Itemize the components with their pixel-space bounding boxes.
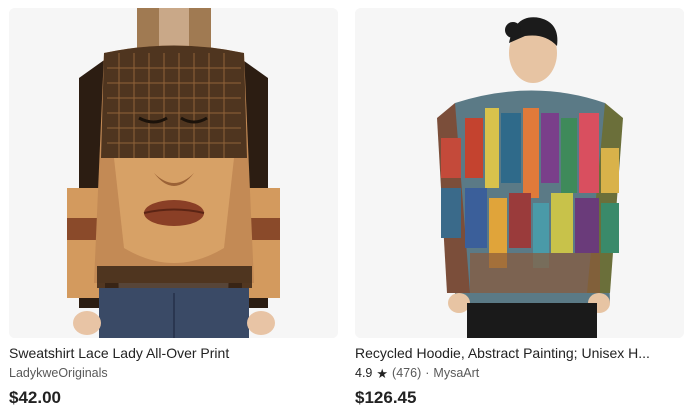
listing-price: $126.45 [355, 388, 417, 407]
listing-image[interactable] [9, 8, 338, 338]
review-count: (476) [392, 366, 422, 380]
listing-meta: LadykweOriginals [9, 365, 338, 381]
listing-image[interactable] [355, 8, 684, 338]
listing-price: $42.00 [9, 388, 61, 407]
sweatshirt-photo [9, 8, 338, 338]
listing-grid: Sweatshirt Lace Lady All-Over Print Lady… [0, 0, 693, 418]
listing-title[interactable]: Sweatshirt Lace Lady All-Over Print [9, 344, 338, 362]
hoodie-photo [355, 8, 684, 338]
shop-name[interactable]: LadykweOriginals [9, 365, 108, 381]
star-icon: ★ [376, 365, 389, 381]
listing-card[interactable]: Sweatshirt Lace Lady All-Over Print Lady… [9, 8, 338, 408]
listing-card[interactable]: Recycled Hoodie, Abstract Painting; Unis… [355, 8, 684, 408]
listing-title[interactable]: Recycled Hoodie, Abstract Painting; Unis… [355, 344, 684, 362]
listing-meta: 4.9 ★ (476) · MysaArt [355, 365, 684, 381]
rating-value: 4.9 [355, 366, 373, 380]
meta-separator: · [425, 366, 430, 380]
shop-name[interactable]: MysaArt [433, 365, 479, 381]
